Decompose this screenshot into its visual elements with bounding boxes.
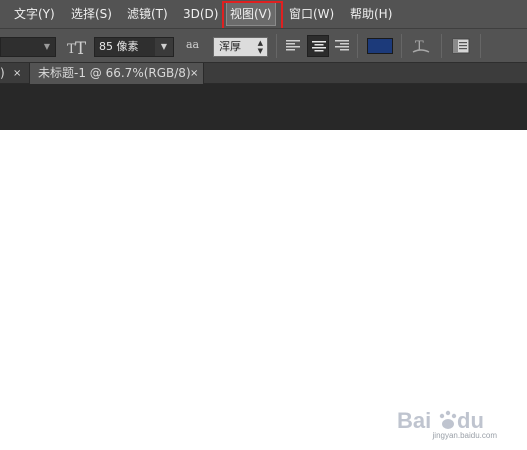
font-style-dropdown[interactable]: ▼ xyxy=(0,37,56,57)
antialias-value: 浑厚 xyxy=(219,40,241,53)
font-size-icon: T T xyxy=(67,39,86,56)
divider xyxy=(357,34,358,58)
updown-arrows-icon: ▲ ▼ xyxy=(257,39,263,55)
chevron-down-icon: ▼ xyxy=(43,42,50,51)
antialias-icon: aa xyxy=(186,38,200,51)
options-bar: ▼ T T 85 像素 ▼ aa 浑厚 ▲ ▼ T xyxy=(0,28,527,63)
menu-filter[interactable]: 滤镜(T) xyxy=(127,0,168,28)
align-center-button[interactable] xyxy=(307,35,329,57)
document-tab-bar: ) × 未标题-1 @ 66.7%(RGB/8) × xyxy=(0,63,527,84)
divider xyxy=(480,34,481,58)
menu-3d[interactable]: 3D(D) xyxy=(183,0,218,28)
workspace-pasteboard xyxy=(0,84,527,130)
close-icon[interactable]: × xyxy=(13,63,21,84)
document-canvas[interactable]: Bai du jingyan.baidu.com xyxy=(0,130,527,450)
divider xyxy=(401,34,402,58)
font-size-value: 85 像素 xyxy=(99,40,139,53)
chevron-down-icon[interactable]: ▼ xyxy=(155,38,173,56)
align-right-icon[interactable] xyxy=(334,38,350,54)
menu-select[interactable]: 选择(S) xyxy=(71,0,112,28)
menu-text[interactable]: 文字(Y) xyxy=(14,0,55,28)
svg-text:T: T xyxy=(415,39,424,54)
font-size-field[interactable]: 85 像素 ▼ xyxy=(94,37,174,57)
menu-bar: 文字(Y) 选择(S) 滤镜(T) 3D(D) 视图(V) 窗口(W) 帮助(H… xyxy=(0,0,527,28)
menu-help[interactable]: 帮助(H) xyxy=(350,0,392,28)
svg-text:Bai: Bai xyxy=(397,408,431,433)
character-panel-icon[interactable] xyxy=(452,38,470,54)
tab-label: 未标题-1 @ 66.7%(RGB/8) xyxy=(38,66,191,80)
divider xyxy=(276,34,277,58)
antialias-dropdown[interactable]: 浑厚 ▲ ▼ xyxy=(213,37,268,57)
tab-label: ) xyxy=(0,66,5,80)
warp-text-icon[interactable]: T xyxy=(411,37,431,57)
close-icon[interactable]: × xyxy=(190,63,198,84)
menu-view[interactable]: 视图(V) xyxy=(226,2,276,26)
text-color-swatch[interactable] xyxy=(367,38,393,54)
divider xyxy=(441,34,442,58)
watermark-url: jingyan.baidu.com xyxy=(432,431,497,440)
tab-current-document[interactable]: 未标题-1 @ 66.7%(RGB/8) xyxy=(29,63,204,84)
svg-text:T: T xyxy=(75,39,86,56)
align-center-icon xyxy=(312,41,326,52)
menu-window[interactable]: 窗口(W) xyxy=(289,0,334,28)
align-left-icon[interactable] xyxy=(285,38,301,54)
svg-text:du: du xyxy=(457,408,484,433)
